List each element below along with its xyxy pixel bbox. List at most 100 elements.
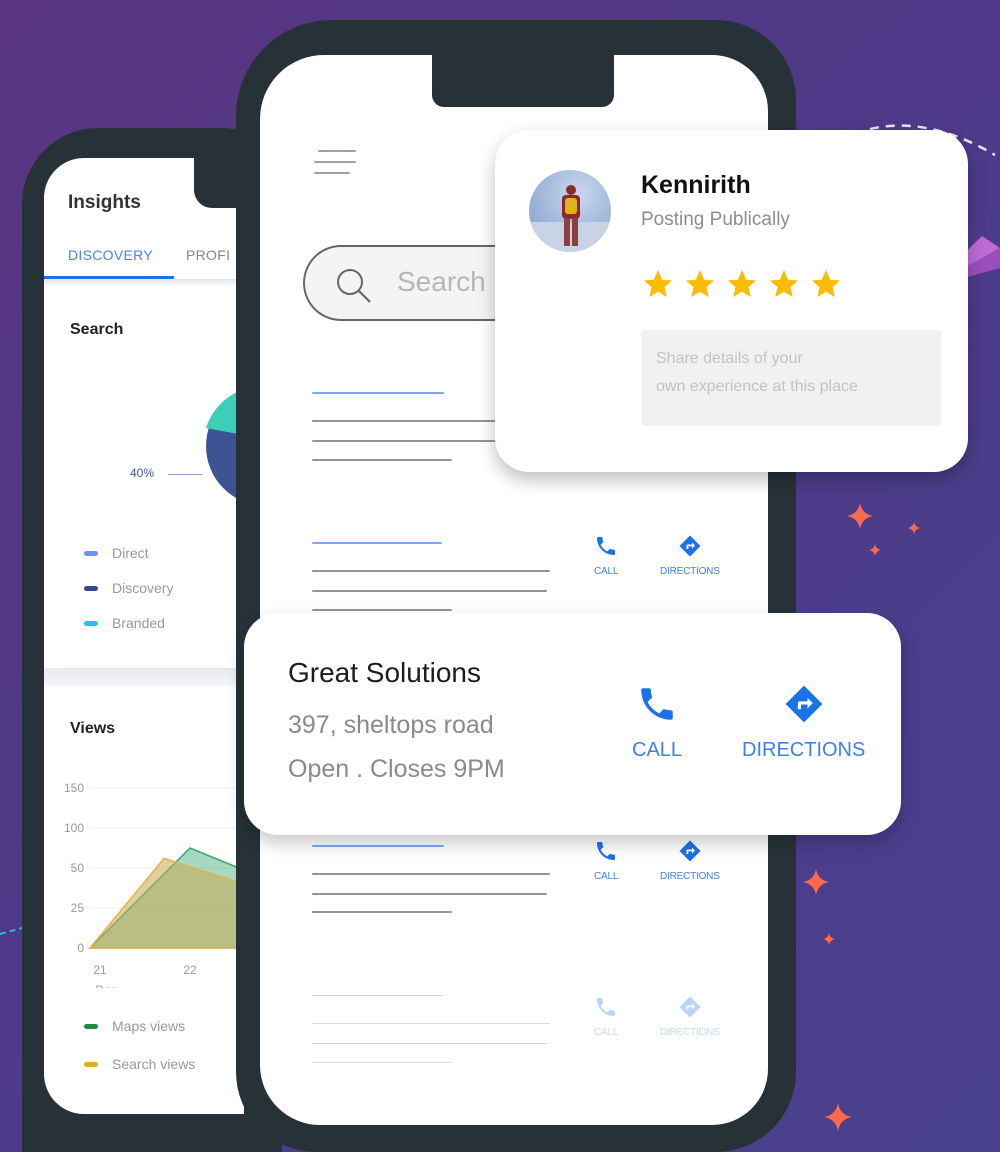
posting-visibility: Posting Publically xyxy=(641,209,790,230)
y-tick-label: 0 xyxy=(77,941,84,955)
directions-button[interactable]: DIRECTIONS xyxy=(660,995,720,1038)
insights-screen: Insights DISCOVERY PROFI Search 40% Dire… xyxy=(44,158,244,1114)
phone-icon xyxy=(597,537,616,555)
tab-profile[interactable]: PROFI xyxy=(186,247,230,263)
sparkle-icon xyxy=(823,933,835,945)
review-card: Kennirith Posting Publically Share detai… xyxy=(495,130,968,472)
directions-icon xyxy=(679,996,701,1018)
legend-item-discovery: Discovery xyxy=(84,580,173,596)
review-placeholder-line: Share details of your xyxy=(656,350,803,367)
review-text-input[interactable]: Share details of your own experience at … xyxy=(641,330,941,426)
views-area-chart: 0 25 50 100 150 21 Dec 22 xyxy=(64,781,244,988)
phone-icon xyxy=(641,688,673,720)
directions-icon xyxy=(679,535,701,557)
donut-label-leader xyxy=(168,474,202,475)
hamburger-menu-icon[interactable] xyxy=(314,150,356,183)
star-icon[interactable] xyxy=(767,267,801,301)
legend-swatch xyxy=(84,1061,98,1067)
y-tick-label: 150 xyxy=(64,781,84,795)
reviewer-name: Kennirith xyxy=(641,171,751,199)
directions-button[interactable]: DIRECTIONS xyxy=(742,683,865,762)
list-item-line-placeholder xyxy=(312,459,452,461)
legend-swatch xyxy=(84,585,98,591)
sparkle-icon xyxy=(824,1103,852,1131)
call-button[interactable]: CALL xyxy=(632,683,682,762)
sparkle-icon xyxy=(869,544,881,556)
directions-label: DIRECTIONS xyxy=(660,1027,720,1038)
y-tick-label: 50 xyxy=(71,861,85,875)
x-tick-label: 21 xyxy=(93,963,107,977)
list-item-line-placeholder xyxy=(312,873,550,875)
list-item-title-placeholder xyxy=(312,845,444,847)
call-button[interactable]: CALL xyxy=(594,995,618,1038)
call-button[interactable]: CALL xyxy=(594,839,618,882)
legend-item-maps-views: Maps views xyxy=(84,1018,185,1034)
directions-button[interactable]: DIRECTIONS xyxy=(660,534,720,577)
star-icon[interactable] xyxy=(683,267,717,301)
sparkle-icon xyxy=(908,522,920,534)
sparkle-icon xyxy=(803,869,829,895)
list-item[interactable]: CALL DIRECTIONS xyxy=(312,535,752,620)
business-hours: Open . Closes 9PM xyxy=(288,755,505,783)
business-address: 397, sheltops road xyxy=(288,711,494,739)
directions-label: DIRECTIONS xyxy=(742,739,866,761)
list-item-title-placeholder xyxy=(312,995,444,996)
list-item-line-placeholder xyxy=(312,1023,550,1024)
business-name: Great Solutions xyxy=(288,657,481,688)
search-icon xyxy=(337,269,371,303)
list-item[interactable] xyxy=(312,390,512,470)
call-label: CALL xyxy=(594,1027,619,1038)
y-tick-label: 100 xyxy=(64,821,84,835)
y-tick-label: 25 xyxy=(71,901,85,915)
call-label: CALL xyxy=(594,566,619,577)
star-icon[interactable] xyxy=(641,267,675,301)
call-button[interactable]: CALL xyxy=(594,534,618,577)
legend-swatch xyxy=(84,550,98,556)
legend-swatch xyxy=(84,1023,98,1029)
list-item-line-placeholder xyxy=(312,1062,452,1063)
legend-label: Branded xyxy=(112,615,165,631)
x-tick-month-label: Dec xyxy=(95,983,116,988)
legend-item-search-views: Search views xyxy=(84,1056,195,1072)
legend-item-branded: Branded xyxy=(84,615,165,631)
directions-icon xyxy=(785,685,823,723)
donut-percent-label: 40% xyxy=(130,466,155,480)
star-icon[interactable] xyxy=(809,267,843,301)
section-divider xyxy=(44,668,244,686)
insights-title: Insights xyxy=(68,192,141,213)
call-label: CALL xyxy=(594,871,619,882)
phone-icon xyxy=(597,998,616,1016)
list-item-line-placeholder xyxy=(312,420,497,422)
tab-bar-shadow xyxy=(44,279,244,287)
legend-item-direct: Direct xyxy=(84,545,149,561)
directions-button[interactable]: DIRECTIONS xyxy=(660,839,720,882)
directions-icon xyxy=(679,840,701,862)
main-phone-notch xyxy=(432,44,614,107)
list-item[interactable]: CALL DIRECTIONS xyxy=(312,995,752,1075)
sparkle-icon xyxy=(847,503,873,529)
search-placeholder: Search xyxy=(397,266,486,297)
legend-label: Discovery xyxy=(112,580,174,596)
list-item[interactable]: CALL DIRECTIONS xyxy=(312,840,752,923)
list-item-line-placeholder xyxy=(312,590,547,592)
list-item-line-placeholder xyxy=(312,570,550,572)
legend-swatch xyxy=(84,620,98,626)
legend-label: Direct xyxy=(112,545,149,561)
search-section-heading: Search xyxy=(70,321,124,338)
list-item-line-placeholder xyxy=(312,609,452,611)
views-section-heading: Views xyxy=(70,720,116,737)
phone-icon xyxy=(597,842,616,860)
avatar xyxy=(529,170,611,252)
list-item-title-placeholder xyxy=(312,542,442,544)
call-label: CALL xyxy=(632,739,683,761)
tab-discovery[interactable]: DISCOVERY xyxy=(68,247,153,263)
directions-label: DIRECTIONS xyxy=(660,871,720,882)
star-icon[interactable] xyxy=(725,267,759,301)
list-item-line-placeholder xyxy=(312,911,452,913)
avatar-person-image xyxy=(529,185,611,252)
list-item-line-placeholder xyxy=(312,893,547,895)
review-placeholder-line: own experience at this place xyxy=(656,378,858,395)
x-tick-label: 22 xyxy=(183,963,197,977)
star-rating[interactable] xyxy=(641,267,843,301)
legend-label: Search views xyxy=(112,1056,196,1072)
